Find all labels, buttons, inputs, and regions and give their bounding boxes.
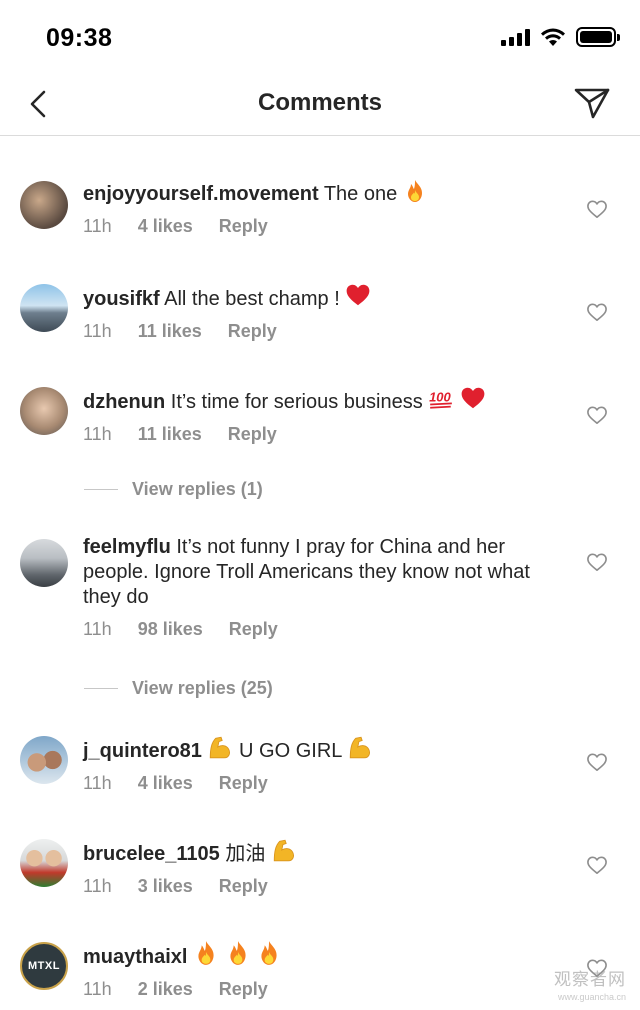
flexed-biceps-emoji-icon bbox=[347, 734, 373, 760]
avatar[interactable]: MTXL bbox=[20, 942, 68, 990]
avatar[interactable] bbox=[20, 284, 68, 332]
comment-message: All the best champ ! bbox=[164, 288, 340, 310]
comment-text: enjoyyourself.movement The one bbox=[83, 179, 553, 207]
comment-time: 11h bbox=[83, 876, 112, 896]
fire-emoji-icon bbox=[403, 179, 427, 203]
like-heart-icon[interactable] bbox=[586, 552, 608, 572]
reply-button[interactable]: Reply bbox=[219, 979, 268, 1000]
likes-count[interactable]: 4 likes bbox=[138, 773, 193, 794]
username[interactable]: dzhenun bbox=[83, 391, 165, 413]
comment-text: yousifkf All the best champ ! bbox=[83, 282, 553, 312]
like-heart-icon[interactable] bbox=[586, 405, 608, 425]
status-bar: 09:38 bbox=[0, 0, 640, 78]
comment-text: brucelee_1105 加油 bbox=[83, 837, 553, 867]
comment-message: U GO GIRL bbox=[239, 740, 342, 762]
wifi-icon bbox=[541, 28, 565, 46]
username[interactable]: feelmyflu bbox=[83, 536, 171, 558]
status-time: 09:38 bbox=[46, 24, 113, 52]
view-replies-label: View replies (1) bbox=[132, 479, 263, 499]
reply-button[interactable]: Reply bbox=[219, 216, 268, 237]
view-replies-button[interactable]: View replies (25) bbox=[84, 678, 273, 699]
battery-icon bbox=[576, 27, 620, 47]
status-icons bbox=[501, 27, 620, 47]
comment-time: 11h bbox=[83, 773, 112, 793]
comment-time: 11h bbox=[83, 321, 112, 341]
likes-count[interactable]: 11 likes bbox=[138, 321, 202, 342]
page-title: Comments bbox=[257, 89, 383, 116]
username[interactable]: j_quintero81 bbox=[83, 740, 202, 762]
comment-time: 11h bbox=[83, 424, 112, 444]
cellular-signal-icon bbox=[501, 28, 530, 46]
watermark-url: www.guancha.cn bbox=[557, 992, 626, 1002]
divider bbox=[84, 688, 118, 689]
share-button[interactable] bbox=[572, 82, 612, 122]
like-heart-icon[interactable] bbox=[586, 199, 608, 219]
username[interactable]: enjoyyourself.movement bbox=[83, 183, 319, 205]
reply-button[interactable]: Reply bbox=[229, 619, 278, 640]
username[interactable]: yousifkf bbox=[83, 288, 160, 310]
watermark: 观察者网 bbox=[554, 970, 626, 989]
flexed-biceps-emoji-icon bbox=[271, 837, 297, 863]
likes-count[interactable]: 3 likes bbox=[138, 876, 193, 897]
avatar[interactable] bbox=[20, 839, 68, 887]
comment-message: It’s time for serious business bbox=[170, 391, 423, 413]
username[interactable]: muaythaixl bbox=[83, 946, 187, 968]
likes-count[interactable]: 4 likes bbox=[138, 216, 193, 237]
avatar[interactable] bbox=[20, 736, 68, 784]
red-heart-emoji-icon bbox=[345, 282, 371, 308]
view-replies-label: View replies (25) bbox=[132, 678, 273, 698]
avatar[interactable] bbox=[20, 387, 68, 435]
reply-button[interactable]: Reply bbox=[219, 773, 268, 794]
nav-bar: Comments bbox=[0, 78, 640, 136]
fire-emoji-icon bbox=[256, 940, 282, 966]
like-heart-icon[interactable] bbox=[586, 855, 608, 875]
fire-emoji-icon bbox=[225, 940, 251, 966]
likes-count[interactable]: 2 likes bbox=[138, 979, 193, 1000]
avatar[interactable] bbox=[20, 181, 68, 229]
reply-button[interactable]: Reply bbox=[228, 424, 277, 445]
likes-count[interactable]: 98 likes bbox=[138, 619, 203, 640]
reply-button[interactable]: Reply bbox=[219, 876, 268, 897]
hundred-points-emoji-icon bbox=[428, 385, 454, 411]
comment-message: 加油 bbox=[225, 843, 266, 865]
comment-time: 11h bbox=[83, 979, 112, 999]
fire-emoji-icon bbox=[193, 940, 219, 966]
comment-text: dzhenun It’s time for serious business bbox=[83, 385, 553, 415]
comment-time: 11h bbox=[83, 216, 112, 236]
username[interactable]: brucelee_1105 bbox=[83, 843, 220, 865]
avatar-logo-text: MTXL bbox=[28, 960, 60, 972]
divider bbox=[84, 489, 118, 490]
comment-time: 11h bbox=[83, 619, 112, 639]
paper-plane-icon bbox=[574, 88, 610, 119]
comment-text: muaythaixl bbox=[83, 940, 553, 970]
reply-button[interactable]: Reply bbox=[228, 321, 277, 342]
flexed-biceps-emoji-icon bbox=[207, 734, 233, 760]
like-heart-icon[interactable] bbox=[586, 302, 608, 322]
likes-count[interactable]: 11 likes bbox=[138, 424, 202, 445]
comment-text: j_quintero81 U GO GIRL bbox=[83, 734, 553, 764]
red-heart-emoji-icon bbox=[460, 385, 486, 411]
comment-message: The one bbox=[323, 183, 398, 205]
view-replies-button[interactable]: View replies (1) bbox=[84, 479, 263, 500]
comment-text: feelmyflu It’s not funny I pray for Chin… bbox=[83, 535, 553, 610]
like-heart-icon[interactable] bbox=[586, 752, 608, 772]
avatar[interactable] bbox=[20, 539, 68, 587]
